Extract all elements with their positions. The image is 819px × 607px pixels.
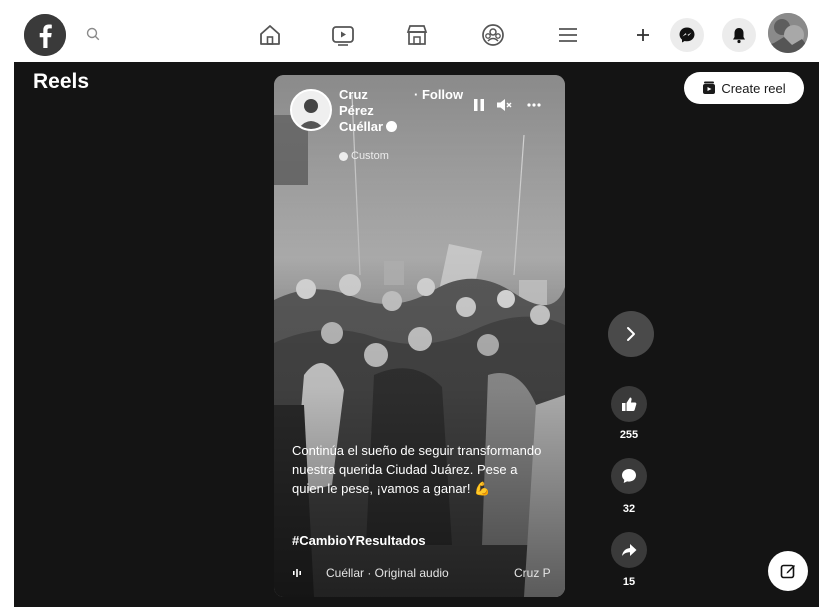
marketplace-icon[interactable] xyxy=(404,22,430,48)
page-title: Reels xyxy=(33,70,90,93)
top-navigation-bar xyxy=(0,0,819,62)
like-count: 255 xyxy=(619,429,639,441)
audience-label: Custom xyxy=(351,150,389,162)
menu-icon[interactable] xyxy=(555,22,581,48)
author-name[interactable]: Cruz Pérez Cuéllar xyxy=(339,87,383,134)
verified-badge-icon xyxy=(386,121,398,132)
author-avatar[interactable] xyxy=(290,89,332,131)
pause-icon[interactable] xyxy=(471,97,487,113)
home-icon[interactable] xyxy=(257,22,283,48)
audio-info[interactable]: Cuéllar · Original audio Cruz P xyxy=(292,566,562,580)
audio-wave-icon xyxy=(293,569,301,577)
camera-icon xyxy=(703,81,716,94)
reel-video[interactable]: Cruz Pérez Cuéllar Custom · Follow Conti… xyxy=(274,75,565,597)
share-arrow-icon xyxy=(622,544,637,556)
mute-icon[interactable] xyxy=(496,97,512,113)
create-reel-label: Create reel xyxy=(721,80,786,96)
groups-icon[interactable] xyxy=(480,22,506,48)
comment-button[interactable] xyxy=(611,458,647,494)
author-name-block[interactable]: Cruz Pérez Cuéllar xyxy=(339,87,403,135)
gear-icon xyxy=(339,151,348,161)
create-reel-button[interactable]: Create reel xyxy=(684,72,804,104)
compose-message-button[interactable] xyxy=(768,551,808,591)
reel-hashtag[interactable]: #CambioYResultados xyxy=(292,533,426,548)
share-button[interactable] xyxy=(611,532,647,568)
more-options-icon[interactable] xyxy=(526,97,542,113)
messenger-icon[interactable] xyxy=(670,18,704,52)
compose-icon xyxy=(780,564,795,579)
thumbs-up-icon xyxy=(622,397,637,411)
audio-author-label[interactable]: Cruz P xyxy=(514,566,562,580)
video-icon[interactable] xyxy=(330,22,356,48)
comment-count: 32 xyxy=(622,503,636,515)
facebook-logo-icon[interactable] xyxy=(24,14,66,56)
audience-indicator: Custom xyxy=(339,150,389,162)
reel-video-frame xyxy=(274,75,565,597)
like-button[interactable] xyxy=(611,386,647,422)
audio-track-label[interactable]: Cuéllar · Original audio xyxy=(326,566,514,580)
share-count: 15 xyxy=(622,576,636,588)
search-icon[interactable] xyxy=(86,27,100,41)
profile-avatar[interactable] xyxy=(768,13,808,53)
plus-icon[interactable] xyxy=(626,18,660,52)
comment-icon xyxy=(622,469,636,483)
next-reel-button[interactable] xyxy=(608,311,654,357)
reel-caption: Continúa el sueño de seguir transformand… xyxy=(292,443,542,496)
follow-button[interactable]: · Follow xyxy=(414,87,463,102)
bell-icon[interactable] xyxy=(722,18,756,52)
chevron-right-icon xyxy=(627,327,635,341)
